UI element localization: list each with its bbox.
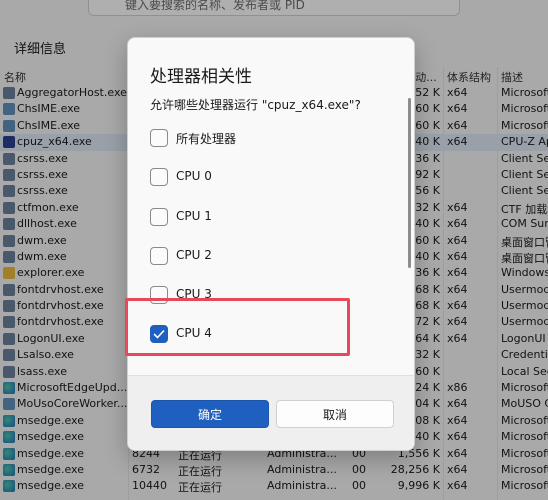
option-label: CPU 1 bbox=[176, 209, 212, 223]
dialog-footer: 确定 取消 bbox=[128, 375, 414, 450]
option-label: CPU 2 bbox=[176, 248, 212, 262]
processor-affinity-dialog: 处理器相关性 允许哪些处理器运行 "cpuz_x64.exe"? 所有处理器 CP… bbox=[127, 37, 415, 451]
dialog-subtitle: 允许哪些处理器运行 "cpuz_x64.exe"? bbox=[150, 98, 361, 112]
dialog-title: 处理器相关性 bbox=[150, 67, 252, 87]
processor-option[interactable]: 所有处理器 bbox=[150, 127, 390, 149]
option-label: 所有处理器 bbox=[176, 132, 237, 146]
ok-button[interactable]: 确定 bbox=[151, 400, 269, 428]
processor-option[interactable]: CPU 2 bbox=[150, 245, 390, 267]
processor-option[interactable]: CPU 0 bbox=[150, 166, 390, 188]
checkbox[interactable] bbox=[150, 247, 168, 265]
highlight-annotation bbox=[125, 298, 350, 356]
scrollbar-thumb[interactable] bbox=[408, 98, 411, 268]
option-label: CPU 0 bbox=[176, 169, 212, 183]
cancel-button[interactable]: 取消 bbox=[276, 400, 394, 428]
processor-option[interactable]: CPU 1 bbox=[150, 206, 390, 228]
checkbox[interactable] bbox=[150, 208, 168, 226]
checkbox[interactable] bbox=[150, 129, 168, 147]
checkbox[interactable] bbox=[150, 168, 168, 186]
